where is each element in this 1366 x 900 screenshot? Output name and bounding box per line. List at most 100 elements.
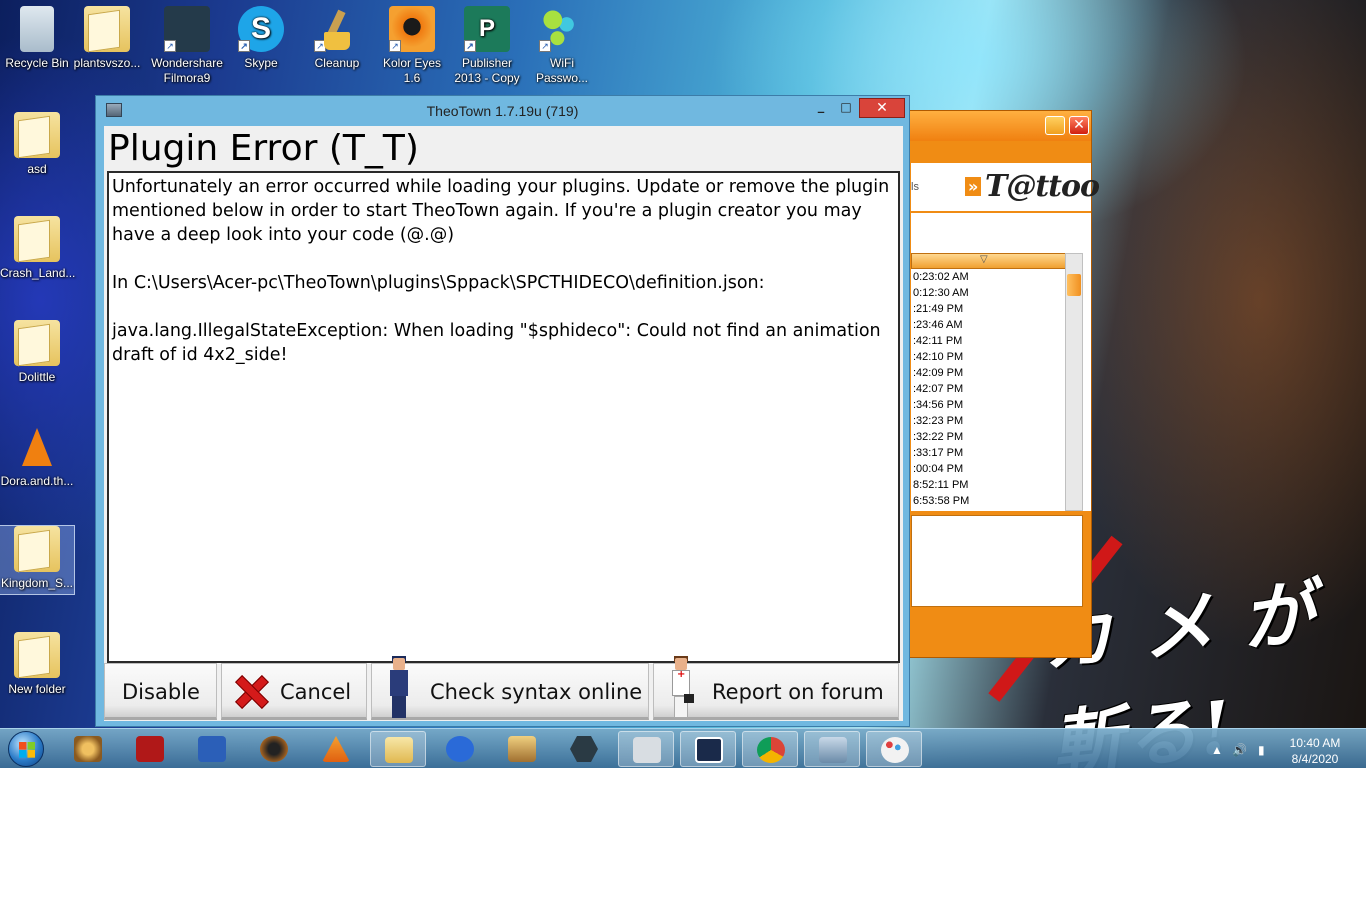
tattoo-list-header[interactable]: ▽	[911, 253, 1067, 269]
list-item[interactable]: :42:11 PM	[911, 333, 1065, 349]
desktop-icon-cleanup[interactable]: ↗ Cleanup	[300, 6, 374, 71]
list-item[interactable]: :42:10 PM	[911, 349, 1065, 365]
tattoo-minimize-button[interactable]	[1045, 116, 1065, 135]
tattoo-window[interactable]: ✕ ls » T@ttoo ▽ 0:23:02 AM 0:12:30 AM :2…	[908, 110, 1100, 658]
paint-icon	[881, 737, 909, 763]
taskbar-power[interactable]	[122, 731, 178, 767]
wifi-password-icon: ↗	[539, 6, 585, 52]
desktop-icon-publisher[interactable]: P ↗ Publisher 2013 - Copy	[450, 6, 524, 86]
list-item[interactable]: 8:52:11 PM	[911, 477, 1065, 493]
desktop-icon-skype[interactable]: S ↗ Skype	[224, 6, 298, 71]
scrollbar-thumb[interactable]	[1067, 274, 1081, 296]
desktop-icon-new-folder[interactable]: New folder	[0, 632, 74, 697]
folder-icon	[14, 632, 60, 678]
desktop-icon-filmora[interactable]: ↗ Wondershare Filmora9	[148, 6, 226, 86]
list-item[interactable]: :32:22 PM	[911, 429, 1065, 445]
start-button[interactable]	[8, 731, 44, 767]
clock-date: 8/4/2020	[1291, 752, 1339, 766]
desktop-icon-asd[interactable]: asd	[0, 112, 74, 177]
taskbar-speaker-app[interactable]	[246, 731, 302, 767]
theotown-titlebar[interactable]: TheoTown 1.7.19u (719) _ □ ✕	[96, 96, 909, 124]
list-item[interactable]: :23:46 AM	[911, 317, 1065, 333]
word-icon	[198, 736, 226, 762]
police-character-icon	[386, 656, 412, 720]
list-item[interactable]: :42:09 PM	[911, 365, 1065, 381]
list-item[interactable]: 0:12:30 AM	[911, 285, 1065, 301]
taskbar-tattoo[interactable]	[618, 731, 674, 767]
taskbar-file-explorer[interactable]	[370, 731, 426, 767]
vlc-icon	[322, 736, 350, 762]
tattoo-time-list[interactable]: 0:23:02 AM 0:12:30 AM :21:49 PM :23:46 A…	[911, 269, 1065, 511]
power-icon	[136, 736, 164, 762]
desktop-icon-wifi-password[interactable]: ↗ WiFi Passwo...	[525, 6, 599, 86]
tattoo-panel: ▽ 0:23:02 AM 0:12:30 AM :21:49 PM :23:46…	[911, 213, 1091, 511]
check-syntax-button[interactable]: Check syntax online	[371, 656, 649, 720]
report-forum-button[interactable]: Report on forum	[653, 656, 899, 720]
taskbar-nox[interactable]	[556, 731, 612, 767]
dialog-button-row: Disable Cancel Check syntax online + Rep…	[104, 656, 903, 721]
list-item[interactable]: :34:56 PM	[911, 397, 1065, 413]
taskbar-vlc[interactable]	[308, 731, 364, 767]
error-path-text: In C:\Users\Acer-pc\TheoTown\plugins\Spp…	[112, 273, 765, 293]
list-item[interactable]: :33:17 PM	[911, 445, 1065, 461]
cleanup-icon: ↗	[314, 6, 360, 52]
error-exception-text: java.lang.IllegalStateException: When lo…	[112, 321, 881, 365]
cancel-button[interactable]: Cancel	[221, 663, 367, 720]
desktop-icon-kolor-eyes[interactable]: ↗ Kolor Eyes 1.6	[375, 6, 449, 86]
taskbar-dolby[interactable]	[680, 731, 736, 767]
doctor-character-icon	[668, 656, 694, 720]
tattoo-arrows: »	[965, 177, 982, 196]
desktop-icon-crash-landing[interactable]: Crash_Land...	[0, 216, 75, 281]
cancel-x-icon	[236, 676, 266, 706]
list-item[interactable]: 0:23:02 AM	[911, 269, 1065, 285]
taskbar-wps[interactable]	[432, 731, 488, 767]
tattoo-side-text: ls	[911, 181, 919, 193]
desktop-icon-dora[interactable]: Dora.and.th...	[0, 424, 74, 489]
publisher-icon: P ↗	[464, 6, 510, 52]
disable-button[interactable]: Disable	[104, 663, 217, 720]
tattoo-close-button[interactable]: ✕	[1069, 116, 1089, 135]
nox-icon	[570, 736, 598, 762]
desktop-icon-recycle-bin[interactable]: Recycle Bin	[0, 6, 74, 71]
taskbar-word[interactable]	[184, 731, 240, 767]
clock[interactable]: 10:40 AM 8/4/2020	[1284, 735, 1346, 767]
tattoo-header: ls » T@ttoo	[911, 163, 1100, 213]
taskbar-theotown[interactable]	[804, 731, 860, 767]
volume-icon[interactable]: 🔊	[1232, 743, 1247, 757]
tattoo-text-box[interactable]	[911, 515, 1083, 607]
network-icon[interactable]: ▮	[1258, 743, 1265, 757]
close-button[interactable]: ✕	[859, 98, 905, 118]
list-item[interactable]: :42:07 PM	[911, 381, 1065, 397]
list-item[interactable]: :32:23 PM	[911, 413, 1065, 429]
list-item[interactable]: :00:04 PM	[911, 461, 1065, 477]
taskbar-chrome[interactable]	[742, 731, 798, 767]
speaker-app-icon	[260, 736, 288, 762]
taskbar-doc-app[interactable]	[494, 731, 550, 767]
vlc-icon	[14, 424, 60, 470]
folder-icon	[14, 526, 60, 572]
list-item[interactable]: :21:49 PM	[911, 301, 1065, 317]
show-hidden-icons-icon[interactable]: ▲	[1211, 743, 1223, 757]
desktop: カ メ が 斬る! Recycle Bin plantsvszo... ↗ Wo…	[0, 0, 1366, 768]
tattoo-titlebar[interactable]: ✕	[909, 111, 1091, 141]
taskbar-paint[interactable]	[866, 731, 922, 767]
list-item[interactable]: 6:53:58 PM	[911, 493, 1065, 509]
clock-time: 10:40 AM	[1289, 736, 1341, 750]
minimize-button[interactable]: _	[812, 98, 830, 118]
error-message-box: Unfortunately an error occurred while lo…	[107, 171, 900, 663]
folder-icon	[14, 320, 60, 366]
maximize-button[interactable]: □	[836, 98, 856, 118]
taskbar-media-player[interactable]	[60, 731, 116, 767]
dialog-heading: Plugin Error (T_T)	[108, 128, 419, 169]
tattoo-scrollbar[interactable]	[1065, 253, 1083, 511]
folder-icon	[14, 112, 60, 158]
error-intro-text: Unfortunately an error occurred while lo…	[112, 177, 890, 245]
chrome-icon	[757, 737, 785, 763]
desktop-icon-kingdom[interactable]: Kingdom_S...	[0, 525, 75, 595]
folder-icon	[14, 216, 60, 262]
desktop-icon-plantsvszo[interactable]: plantsvszo...	[70, 6, 144, 71]
theotown-window[interactable]: TheoTown 1.7.19u (719) _ □ ✕ Plugin Erro…	[95, 95, 910, 727]
desktop-icon-dolittle[interactable]: Dolittle	[0, 320, 74, 385]
window-title: TheoTown 1.7.19u (719)	[426, 103, 579, 119]
tattoo-logo: T@ttoo	[985, 169, 1100, 204]
